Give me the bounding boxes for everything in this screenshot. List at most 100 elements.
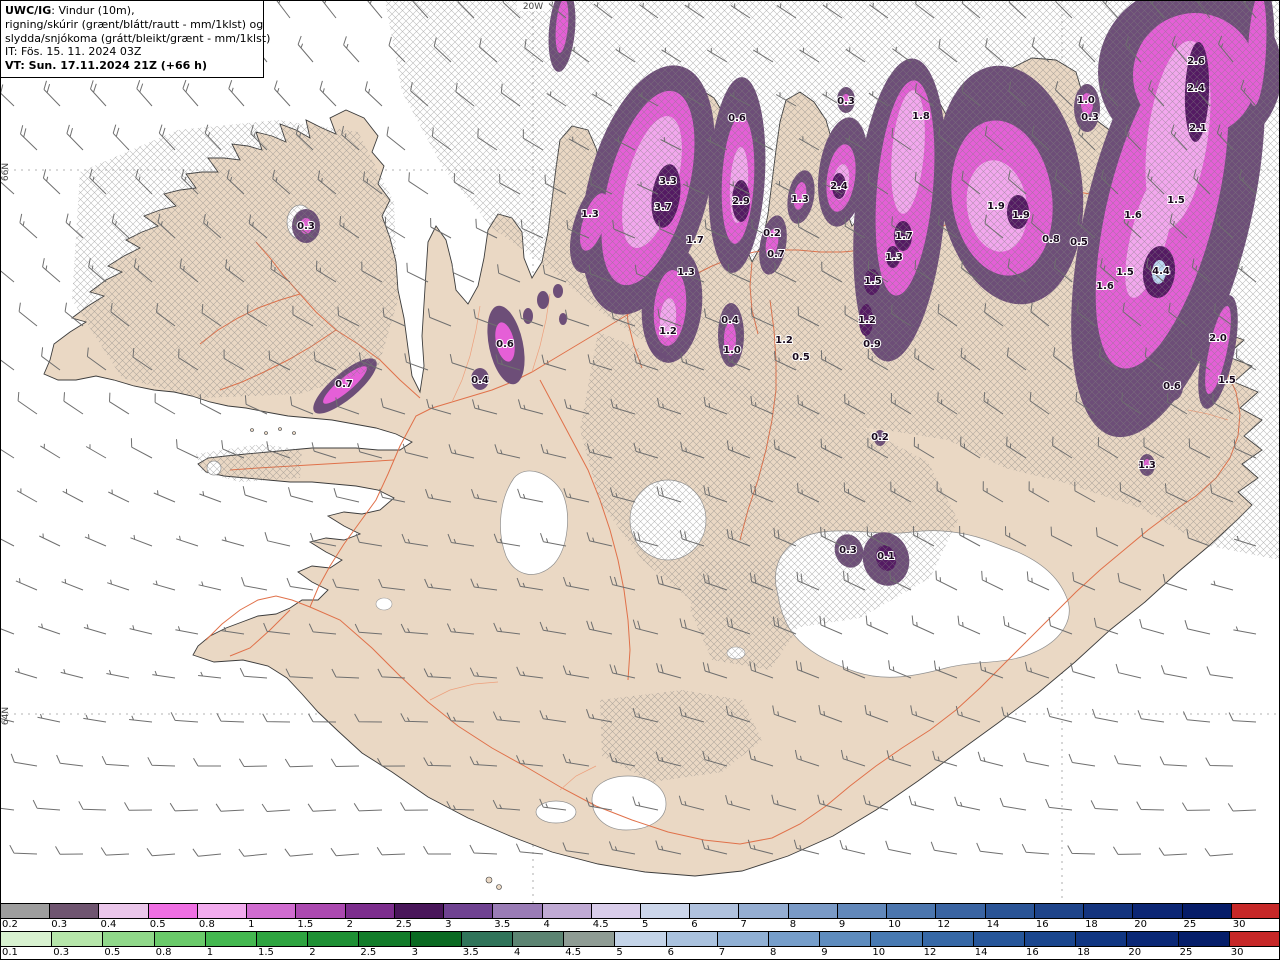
legend-cell (921, 932, 973, 946)
legend-tick-label: 1.5 (258, 947, 274, 958)
wind-barb (284, 758, 314, 768)
wind-barb (1021, 843, 1050, 855)
legend-tick-label: 3.5 (462, 947, 479, 958)
precip-value-label: 2.6 (1187, 56, 1205, 67)
wind-barb (1068, 753, 1096, 767)
legend-cell (102, 932, 154, 946)
wind-barb (198, 581, 222, 591)
wind-barb (1139, 618, 1165, 635)
wind-barb (1210, 580, 1234, 591)
legend-cell (295, 904, 345, 918)
info-line-snow: slydda/snjókoma (grátt/bleikt/grænt - mm… (5, 31, 271, 45)
wind-barb (0, 448, 15, 459)
wind-barb (1136, 801, 1165, 811)
precip-value-label: 0.2 (763, 228, 781, 239)
legend-tick-label: 4.5 (592, 919, 609, 930)
legend-cell (344, 904, 394, 918)
legend-cell (689, 904, 739, 918)
wind-barb (238, 848, 268, 857)
wind-barb (14, 668, 38, 679)
legend-tick-label: 0.1 (2, 947, 18, 958)
wind-barb (1227, 803, 1257, 812)
wind-barb (274, 80, 291, 107)
precip-value-label: 1.5 (1167, 195, 1185, 206)
legend-cell (836, 904, 887, 918)
wind-barb (199, 491, 222, 503)
wind-barb (109, 392, 130, 415)
wind-barb (238, 758, 268, 767)
wind-barb (330, 847, 360, 857)
wind-barb (17, 391, 38, 415)
precip-value-label: 2.9 (732, 196, 750, 207)
legend-cell (640, 904, 690, 918)
island (278, 427, 282, 431)
wind-barb (1023, 752, 1050, 767)
precip-value-label: 0.1 (877, 551, 895, 562)
legend-tick-label: 8 (789, 919, 797, 930)
wind-barb (469, 844, 498, 855)
legend-tick-label: 2 (346, 919, 353, 930)
legend-cell (870, 932, 922, 946)
hatch-region (72, 120, 398, 398)
legend-tick-label: 0.2 (2, 919, 18, 930)
precip-value-label: 0.3 (837, 96, 855, 107)
legend-tick-label: 9 (838, 919, 846, 930)
precip-value-label: 3.7 (654, 202, 672, 213)
legend-tick-label: 12 (923, 947, 937, 958)
wind-barb (262, 713, 291, 723)
legend-cell (0, 932, 52, 946)
wind-barb (1184, 620, 1211, 635)
wind-barb (136, 80, 153, 107)
wind-barb (954, 796, 981, 811)
wind-barb (1204, 848, 1234, 857)
precip-value-label: 1.6 (1124, 210, 1142, 221)
legend-tick-label: 20 (1134, 919, 1148, 930)
precip-value-label: 1.3 (1138, 460, 1156, 471)
wind-barb (56, 754, 84, 767)
model-name: UWC/IG (5, 4, 52, 17)
legend-tick-label: 18 (1077, 947, 1090, 958)
legend-cell (307, 932, 359, 946)
legend-cell (443, 904, 493, 918)
wind-barb (84, 534, 107, 547)
wind-barb (1233, 626, 1257, 635)
precip-value-label: 1.0 (723, 345, 741, 356)
precip-value-label: 0.6 (496, 339, 514, 350)
wind-barb (242, 486, 268, 503)
wind-barb (78, 801, 107, 811)
wind-barb (241, 577, 268, 591)
wind-barb (147, 757, 176, 767)
legend-tick-label: 0.8 (198, 919, 215, 930)
wind-barb (261, 803, 291, 812)
wind-barb (106, 669, 130, 679)
legend-cell (358, 932, 410, 946)
wind-barb (1090, 800, 1119, 811)
legend-tick-label: 0.3 (51, 919, 68, 930)
legend-tick-label: 14 (986, 919, 1000, 930)
island (264, 431, 268, 435)
legend-tick-label: 0.8 (155, 947, 172, 958)
legend-tick-label: 2 (309, 947, 316, 958)
precip-value-label: 0.7 (767, 249, 785, 260)
legend-tick-label: 20 (1128, 947, 1142, 958)
legend-tick-label: 18 (1085, 919, 1098, 930)
legend-cell (1230, 904, 1280, 918)
wind-barb (152, 670, 176, 679)
precip-value-label: 0.7 (335, 379, 353, 390)
wind-barb (10, 753, 38, 767)
precip-value-label: 0.2 (871, 432, 889, 443)
legend-cell (563, 932, 615, 946)
wind-barb (66, 124, 84, 151)
wind-barb (192, 848, 222, 857)
precip-value-label: 0.8 (1042, 234, 1060, 245)
legend-tick-label: 12 (937, 919, 951, 930)
wind-barb (130, 534, 153, 547)
wind-barb (60, 669, 84, 679)
legend-tick-label: 10 (872, 947, 886, 958)
wind-barb (333, 488, 360, 503)
legend-tick-label: 6 (691, 919, 698, 930)
precip-cell-layer (537, 291, 549, 309)
legend-sleet-snow-labels: 0.2 0.3 0.4 0.5 0.8 1 1.5 2 2.5 3 3.5 4 4.5 5 6 7 8 9 10 12… (0, 919, 1280, 931)
island (496, 884, 502, 890)
wind-barb (386, 126, 406, 151)
